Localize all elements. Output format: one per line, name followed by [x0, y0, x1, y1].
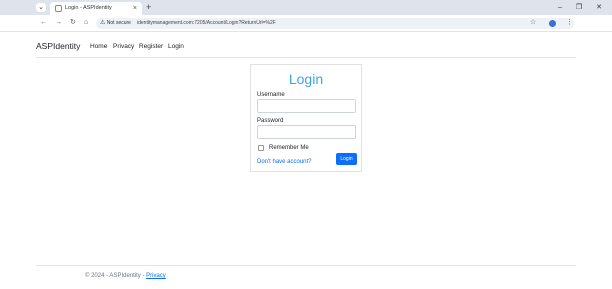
password-label: Password	[257, 118, 284, 124]
page: ⌄ Login - ASPIdentity × + – ❐ ✕ ← → ↻ ⌂ …	[0, 0, 612, 289]
browser-tab-strip: ⌄ Login - ASPIdentity × + – ❐ ✕	[0, 0, 612, 15]
browser-toolbar: ← → ↻ ⌂ ⚠ Not secure identitymanagement.…	[0, 15, 612, 32]
restore-icon[interactable]: ❐	[576, 2, 582, 13]
address-bar[interactable]: ⚠ Not secure identitymanagement.com:7205…	[96, 18, 574, 29]
reload-icon[interactable]: ↻	[70, 18, 76, 28]
menu-kebab-icon[interactable]: ⋮	[566, 18, 573, 28]
footer: © 2024 - ASPIdentity - Privacy	[85, 272, 166, 280]
favicon-icon	[55, 5, 62, 12]
home-icon[interactable]: ⌂	[84, 18, 88, 28]
remember-me-checkbox[interactable]	[258, 145, 264, 151]
password-input[interactable]	[257, 125, 356, 139]
close-icon[interactable]: ✕	[596, 2, 602, 13]
site-navbar: ASPIdentity Home Privacy Register Login	[0, 32, 612, 60]
username-label: Username	[257, 92, 285, 98]
not-secure-label: Not secure	[106, 20, 131, 26]
footer-privacy-link[interactable]: Privacy	[146, 273, 166, 279]
footer-copyright: © 2024 - ASPIdentity -	[85, 273, 145, 279]
nav-link-home[interactable]: Home	[90, 42, 107, 52]
new-tab-icon[interactable]: +	[146, 2, 151, 13]
back-icon[interactable]: ←	[40, 18, 47, 28]
navbar-divider	[36, 57, 576, 58]
profile-avatar-icon[interactable]	[549, 20, 556, 27]
url-text[interactable]: identitymanagement.com:7205/Account/Logi…	[137, 19, 276, 28]
minimize-icon[interactable]: –	[558, 2, 562, 13]
bookmark-star-icon[interactable]: ☆	[530, 18, 536, 28]
brand-link[interactable]: ASPIdentity	[36, 41, 80, 52]
tab-search-icon[interactable]: ⌄	[36, 3, 46, 12]
tab-close-icon[interactable]: ×	[133, 4, 137, 13]
username-input[interactable]	[257, 99, 356, 113]
footer-divider	[36, 265, 576, 266]
browser-tab[interactable]: Login - ASPIdentity ×	[50, 2, 142, 15]
site-info-chip[interactable]: ⚠ Not secure	[100, 19, 131, 28]
tab-title: Login - ASPIdentity	[65, 5, 112, 11]
nav-link-register[interactable]: Register	[139, 42, 163, 52]
warning-icon: ⚠	[100, 20, 106, 26]
remember-me-label[interactable]: Remember Me	[269, 144, 309, 152]
nav-link-login[interactable]: Login	[168, 42, 184, 52]
login-title: Login	[288, 71, 324, 87]
window-controls: – ❐ ✕	[558, 2, 602, 13]
nav-link-privacy[interactable]: Privacy	[113, 42, 134, 52]
login-button[interactable]: Login	[336, 153, 357, 165]
forward-icon[interactable]: →	[55, 18, 62, 28]
login-card: Login Username Password Remember Me Don'…	[250, 64, 362, 172]
register-link[interactable]: Don't have account?	[257, 158, 312, 166]
